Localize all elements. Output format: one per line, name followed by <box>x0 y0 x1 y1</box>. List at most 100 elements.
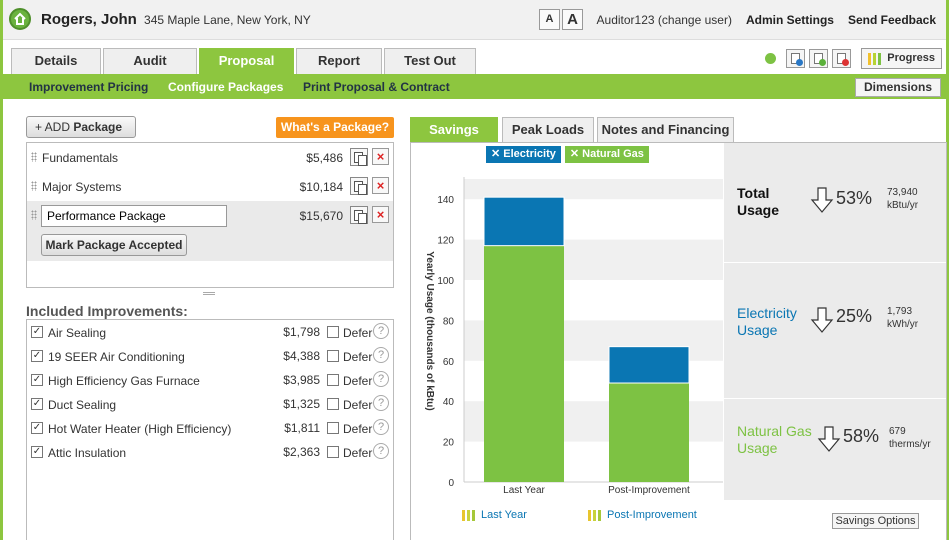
add-package-label: Package <box>73 120 123 134</box>
tab-test-out[interactable]: Test Out <box>384 48 476 74</box>
natural-gas-toggle-label: Natural Gas <box>582 148 644 160</box>
admin-settings-link[interactable]: Admin Settings <box>746 13 834 27</box>
y-tick-label: 20 <box>443 438 455 449</box>
defer-label: Defer <box>343 446 373 460</box>
doc-blue-icon[interactable] <box>786 49 806 68</box>
include-checkbox[interactable]: ✓ <box>31 350 43 362</box>
progress-button[interactable]: Progress <box>861 48 942 69</box>
package-name: Major Systems <box>42 180 122 194</box>
send-feedback-link[interactable]: Send Feedback <box>848 13 936 27</box>
legend-bars-icon <box>588 509 601 521</box>
bar-natural-gas <box>609 383 689 482</box>
help-icon[interactable]: ? <box>373 443 389 459</box>
subnav-print-proposal[interactable]: Print Proposal & Contract <box>303 80 450 94</box>
doc-red-icon[interactable] <box>832 49 852 68</box>
improvement-price: $4,388 <box>283 349 320 363</box>
doc-green-icon[interactable] <box>809 49 829 68</box>
improvement-name: Attic Insulation <box>48 446 127 460</box>
defer-checkbox[interactable] <box>327 422 339 434</box>
package-row[interactable]: Major Systems $10,184 × <box>27 172 393 201</box>
defer-checkbox[interactable] <box>327 350 339 362</box>
improvement-name: Hot Water Heater (High Efficiency) <box>48 422 232 436</box>
defer-checkbox[interactable] <box>327 374 339 386</box>
improvement-price: $1,811 <box>284 421 320 435</box>
home-logo-icon[interactable] <box>9 8 31 30</box>
resize-grip-icon[interactable] <box>203 292 215 295</box>
savings-options-button[interactable]: Savings Options <box>832 513 919 529</box>
toolbar-right: Progress <box>765 48 942 69</box>
include-checkbox[interactable]: ✓ <box>31 398 43 410</box>
mark-package-accepted-button[interactable]: Mark Package Accepted <box>41 234 187 256</box>
delete-icon[interactable]: × <box>372 206 389 223</box>
package-row[interactable]: Fundamentals $5,486 × <box>27 143 393 172</box>
tab-notes-financing[interactable]: Notes and Financing <box>597 117 734 142</box>
package-name-input[interactable] <box>41 205 227 227</box>
add-package-button[interactable]: + ADD Package <box>26 116 136 138</box>
electricity-usage-title: Electricity Usage <box>737 305 797 339</box>
whats-a-package-button[interactable]: What's a Package? <box>276 117 394 138</box>
defer-checkbox[interactable] <box>327 446 339 458</box>
package-row-selected[interactable]: $15,670 × Mark Package Accepted <box>27 201 393 261</box>
drag-handle-icon[interactable] <box>31 210 37 220</box>
stats-divider <box>724 398 946 399</box>
improvement-price: $1,798 <box>283 325 320 339</box>
change-user-link[interactable]: Auditor123 (change user) <box>597 13 732 27</box>
add-prefix: + ADD <box>35 120 71 134</box>
tab-proposal[interactable]: Proposal <box>199 48 294 74</box>
drag-handle-icon[interactable] <box>31 181 37 191</box>
gas-usage-amount: 679 therms/yr <box>889 425 931 451</box>
down-arrow-icon <box>810 307 834 333</box>
tab-audit[interactable]: Audit <box>103 48 197 74</box>
y-tick-label: 80 <box>443 316 455 327</box>
gas-usage-title: Natural Gas Usage <box>737 423 812 457</box>
delete-icon[interactable]: × <box>372 177 389 194</box>
help-icon[interactable]: ? <box>373 371 389 387</box>
legend-bars-icon <box>462 509 475 521</box>
help-icon[interactable]: ? <box>373 323 389 339</box>
tab-details[interactable]: Details <box>11 48 101 74</box>
bar-electricity <box>483 196 565 247</box>
tab-savings[interactable]: Savings <box>410 117 498 142</box>
y-tick-label: 100 <box>437 276 454 287</box>
status-dot-icon <box>765 53 777 64</box>
defer-label: Defer <box>343 326 373 340</box>
tab-report[interactable]: Report <box>296 48 382 74</box>
improvement-price: $1,325 <box>283 397 320 411</box>
y-tick-label: 140 <box>437 195 454 206</box>
copy-icon[interactable] <box>350 206 368 224</box>
defer-checkbox[interactable] <box>327 326 339 338</box>
include-checkbox[interactable]: ✓ <box>31 326 43 338</box>
improvement-price: $2,363 <box>283 445 320 459</box>
subnav-improvement-pricing[interactable]: Improvement Pricing <box>29 80 148 94</box>
customer-title: Rogers, John 345 Maple Lane, New York, N… <box>41 11 311 28</box>
copy-icon[interactable] <box>350 148 368 166</box>
legend-last-year: Last Year <box>462 509 527 521</box>
help-icon[interactable]: ? <box>373 395 389 411</box>
subnav-configure-packages[interactable]: Configure Packages <box>168 80 283 94</box>
include-checkbox[interactable]: ✓ <box>31 374 43 386</box>
electricity-toggle[interactable]: ✕ Electricity <box>486 146 561 163</box>
progress-label: Progress <box>887 52 935 64</box>
font-small-button[interactable]: A <box>539 9 560 30</box>
include-checkbox[interactable]: ✓ <box>31 422 43 434</box>
delete-icon[interactable]: × <box>372 148 389 165</box>
help-icon[interactable]: ? <box>373 419 389 435</box>
copy-icon[interactable] <box>350 177 368 195</box>
include-checkbox[interactable]: ✓ <box>31 446 43 458</box>
natural-gas-toggle[interactable]: ✕ Natural Gas <box>564 146 649 163</box>
electricity-unit: kWh/yr <box>887 319 919 330</box>
improvement-row: ✓ Air Sealing $1,798 Defer ? <box>27 320 393 344</box>
improvement-name: Air Sealing <box>48 326 107 340</box>
electricity-amount: 1,793 <box>887 306 913 317</box>
drag-handle-icon[interactable] <box>31 152 37 162</box>
total-usage-title: Total Usage <box>737 185 779 219</box>
total-usage-line2: Usage <box>737 202 780 218</box>
font-large-button[interactable]: A <box>562 9 583 30</box>
help-icon[interactable]: ? <box>373 347 389 363</box>
dimensions-button[interactable]: Dimensions <box>854 78 941 97</box>
tab-peak-loads[interactable]: Peak Loads <box>502 117 594 142</box>
defer-checkbox[interactable] <box>327 398 339 410</box>
bar-natural-gas <box>484 245 564 482</box>
header-links: Auditor123 (change user) Admin Settings … <box>597 13 936 27</box>
improvement-price: $3,985 <box>283 373 320 387</box>
